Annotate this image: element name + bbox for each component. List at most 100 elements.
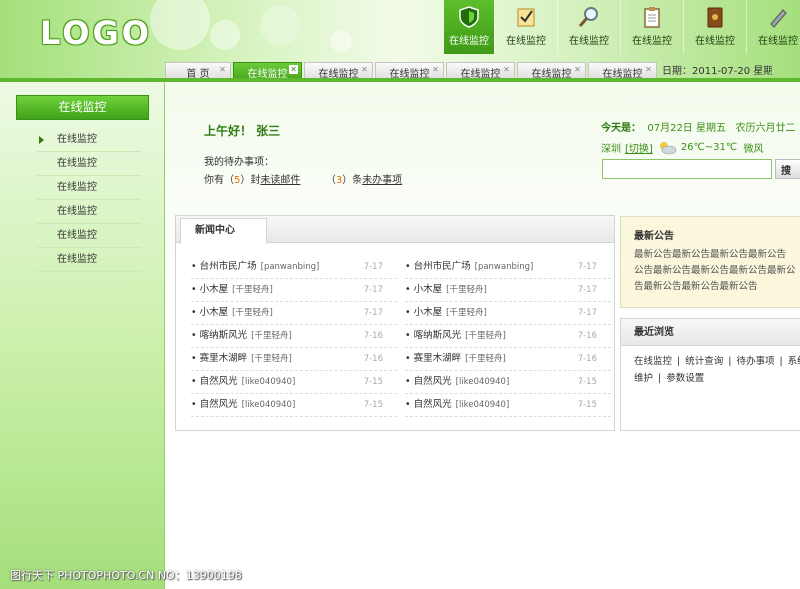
recent-link[interactable]: 统计查询: [685, 356, 723, 367]
news-title[interactable]: 自然风光: [200, 376, 238, 387]
news-title[interactable]: 自然风光: [414, 376, 452, 387]
news-item[interactable]: • 赛里木湖畔 [千里轻舟] 7-16: [191, 348, 397, 371]
top-nav: 在线监控 在线监控 在线监控 在线监控 在线监控 在线监控: [438, 0, 800, 54]
news-date: 7-16: [363, 354, 383, 364]
sidebar-item[interactable]: 在线监控: [37, 200, 141, 224]
top-nav-item-4[interactable]: 在线监控: [620, 0, 683, 54]
news-item[interactable]: • 喀纳斯风光 [千里轻舟] 7-16: [191, 325, 397, 348]
top-nav-item-5[interactable]: 在线监控: [683, 0, 746, 54]
shield-icon: [459, 6, 479, 28]
news-item[interactable]: • 自然风光 [like040940] 7-15: [191, 371, 397, 394]
bokeh-decoration: [330, 30, 352, 52]
news-title[interactable]: 小木屋: [200, 307, 229, 318]
news-item[interactable]: • 台州市民广场 [panwanbing] 7-17: [405, 256, 611, 279]
news-date: 7-17: [363, 262, 383, 272]
bokeh-decoration: [150, 0, 210, 50]
close-icon[interactable]: ✕: [289, 65, 298, 74]
todo-title: 我的待办事项：: [204, 157, 274, 168]
news-item[interactable]: • 自然风光 [like040940] 7-15: [191, 394, 397, 417]
sidebar-item-label: 在线监控: [57, 182, 97, 193]
sidebar-item[interactable]: 在线监控: [37, 248, 141, 272]
news-title[interactable]: 小木屋: [414, 284, 443, 295]
tab-monitor[interactable]: 在线监控 ✕: [517, 62, 586, 82]
news-header: 新闻中心: [176, 216, 614, 244]
recent-link[interactable]: 系统: [788, 356, 800, 367]
sidebar-item[interactable]: 在线监控: [37, 152, 141, 176]
sidebar-list: 在线监控 在线监控 在线监控 在线监控 在线监控 在线监控: [37, 128, 141, 272]
news-item[interactable]: • 台州市民广场 [panwanbing] 7-17: [191, 256, 397, 279]
news-title[interactable]: 小木屋: [200, 284, 229, 295]
news-title[interactable]: 自然风光: [414, 399, 452, 410]
sidebar-item-label: 在线监控: [57, 206, 97, 217]
news-title[interactable]: 赛里木湖畔: [200, 353, 248, 364]
news-title[interactable]: 台州市民广场: [414, 261, 471, 272]
tab-monitor[interactable]: 在线监控 ✕: [588, 62, 657, 82]
news-title[interactable]: 喀纳斯风光: [200, 330, 248, 341]
search-button[interactable]: 搜: [775, 159, 800, 179]
todo-text: （: [325, 175, 336, 186]
today-label: 今天是：: [601, 123, 641, 134]
temperature: 26℃~31℃: [680, 142, 738, 153]
book-icon: [707, 7, 723, 28]
close-icon[interactable]: ✕: [644, 65, 653, 74]
close-icon[interactable]: ✕: [360, 65, 369, 74]
bokeh-decoration: [260, 5, 300, 45]
cloud-sun-icon: [659, 141, 677, 154]
close-icon[interactable]: ✕: [573, 65, 582, 74]
news-item[interactable]: • 小木屋 [千里轻舟] 7-17: [191, 279, 397, 302]
top-nav-item-3[interactable]: 在线监控: [557, 0, 620, 54]
recent-link[interactable]: 在线监控: [634, 356, 672, 367]
news-title[interactable]: 台州市民广场: [200, 261, 257, 272]
tab-monitor[interactable]: 在线监控 ✕: [375, 62, 444, 82]
clipboard-icon: [644, 7, 660, 28]
todo-text: 你有（: [204, 175, 234, 186]
tab-monitor-active[interactable]: 在线监控 ✕: [233, 62, 302, 82]
top-nav-label: 在线监控: [449, 36, 489, 47]
unread-mail-link[interactable]: 未读邮件: [260, 175, 300, 186]
top-nav-item-2[interactable]: 在线监控: [494, 0, 557, 54]
today-info: 今天是： 07月22日 星期五 农历六月廿二: [601, 119, 796, 134]
tab-label: 在线监控: [318, 69, 359, 80]
news-item[interactable]: • 小木屋 [千里轻舟] 7-17: [405, 302, 611, 325]
news-title[interactable]: 喀纳斯风光: [414, 330, 462, 341]
tab-label: 在线监控: [531, 69, 572, 80]
search-input[interactable]: [602, 159, 772, 179]
tab-monitor[interactable]: 在线监控 ✕: [304, 62, 373, 82]
header: LOGO 在线监控 在线监控 在线监控 在线监控 在线监控 在线监控 首 页 ✕…: [0, 0, 800, 82]
recent-link[interactable]: 维护: [634, 373, 653, 384]
news-item[interactable]: • 赛里木湖畔 [千里轻舟] 7-16: [405, 348, 611, 371]
tab-home[interactable]: 首 页 ✕: [165, 62, 231, 82]
news-title[interactable]: 自然风光: [200, 399, 238, 410]
tab-monitor[interactable]: 在线监控 ✕: [446, 62, 515, 82]
news-author: [千里轻舟]: [465, 354, 506, 364]
sidebar-item-selected[interactable]: 在线监控: [37, 128, 141, 152]
close-icon[interactable]: ✕: [431, 65, 440, 74]
news-item[interactable]: • 自然风光 [like040940] 7-15: [405, 394, 611, 417]
recent-link[interactable]: 参数设置: [666, 373, 704, 384]
news-author: [like040940]: [455, 400, 510, 410]
news-item[interactable]: • 小木屋 [千里轻舟] 7-17: [405, 279, 611, 302]
news-title[interactable]: 小木屋: [414, 307, 443, 318]
sidebar-title[interactable]: 在线监控: [16, 95, 149, 120]
news-title[interactable]: 赛里木湖畔: [414, 353, 462, 364]
pending-task-link[interactable]: 未办事项: [362, 175, 402, 186]
news-author: [千里轻舟]: [446, 308, 487, 318]
news-item[interactable]: • 自然风光 [like040940] 7-15: [405, 371, 611, 394]
sidebar-item[interactable]: 在线监控: [37, 176, 141, 200]
news-column-right: • 台州市民广场 [panwanbing] 7-17 • 小木屋 [千里轻舟] 7-17 •…: [405, 256, 611, 417]
sidebar-item-label: 在线监控: [57, 254, 97, 265]
tab-news-center[interactable]: 新闻中心: [180, 218, 267, 244]
news-author: [千里轻舟]: [232, 285, 273, 295]
top-nav-item-monitor[interactable]: 在线监控: [444, 0, 494, 54]
weather-info: 深圳 [切换] 26℃~31℃ 微风: [601, 140, 763, 155]
news-item[interactable]: • 小木屋 [千里轻舟] 7-17: [191, 302, 397, 325]
switch-city-link[interactable]: [切换]: [625, 140, 653, 155]
news-panel: 新闻中心 • 台州市民广场 [panwanbing] 7-17 • 小木屋 [千里轻舟] 7…: [175, 215, 615, 431]
top-nav-item-6[interactable]: 在线监控: [746, 0, 800, 54]
close-icon[interactable]: ✕: [218, 65, 227, 74]
news-item[interactable]: • 喀纳斯风光 [千里轻舟] 7-16: [405, 325, 611, 348]
recent-link[interactable]: 待办事项: [736, 356, 774, 367]
sidebar-item[interactable]: 在线监控: [37, 224, 141, 248]
todo-text: ）条: [342, 175, 363, 186]
close-icon[interactable]: ✕: [502, 65, 511, 74]
